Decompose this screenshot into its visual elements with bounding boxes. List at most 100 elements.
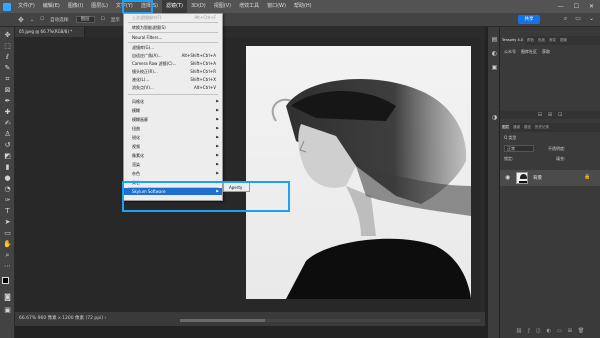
menu-view[interactable]: 视图(V) (210, 0, 235, 13)
frame-tool-icon[interactable]: ⊠ (3, 86, 12, 95)
mask-icon[interactable]: ◫ (536, 328, 541, 334)
menu-help[interactable]: 帮助(H) (290, 0, 316, 13)
menu-item-camera-raw[interactable]: Camera Raw 滤镜(C)... Shift+Ctrl+A (124, 60, 222, 67)
menu-image[interactable]: 图像(I) (64, 0, 87, 13)
link-get[interactable]: 获取 (542, 49, 550, 55)
gradient-tool-icon[interactable]: ▮ (3, 163, 12, 172)
blend-mode-select[interactable]: 正常 (504, 145, 534, 152)
menu-item-adaptive-wide-angle[interactable]: 自适应广角(A)... Alt+Shift+Ctrl+A (124, 52, 222, 59)
adjustments-icon[interactable]: ◑ (490, 113, 499, 122)
menu-item-blur-gallery[interactable]: 模糊画廊 ▶ (124, 116, 222, 123)
tab-color[interactable]: 颜色 (525, 38, 536, 43)
quick-mask-icon[interactable]: ◙ (3, 293, 12, 302)
menu-item-last-filter[interactable]: 上次滤镜操作(F) Alt+Ctrl+F (124, 14, 222, 21)
scrollbar-thumb[interactable] (180, 319, 265, 322)
path-select-tool-icon[interactable]: ➤ (3, 218, 12, 227)
history-brush-tool-icon[interactable]: ↺ (3, 141, 12, 150)
layer-name[interactable]: 背景 (533, 175, 542, 181)
search-icon[interactable]: ⌕ (564, 15, 567, 23)
menu-item-convert-smart-filters[interactable]: 转换为智能滤镜(S) (124, 24, 222, 31)
align-icon[interactable]: ⊟ (538, 112, 542, 118)
tab-swatches[interactable]: 色板 (536, 38, 547, 43)
blur-tool-icon[interactable]: ● (3, 174, 12, 183)
menu-item-noise[interactable]: 杂色 ▶ (124, 170, 222, 177)
shape-tool-icon[interactable]: ▭ (3, 229, 12, 238)
vertical-scrollbar[interactable] (480, 37, 484, 312)
delete-layer-icon[interactable]: 🗑 (578, 328, 584, 334)
menu-layer[interactable]: 图层(L) (87, 0, 112, 13)
link-official-account[interactable]: 公众号 (504, 49, 516, 55)
menu-item-pixelate[interactable]: 像素化 ▶ (124, 152, 222, 159)
show-transform-checkbox[interactable]: ☐ (101, 17, 105, 22)
tab-history[interactable]: 历史记录 (533, 125, 551, 130)
menu-item-video[interactable]: 视频 ▶ (124, 143, 222, 150)
dodge-tool-icon[interactable]: ◔ (3, 185, 12, 194)
menu-window[interactable]: 窗口(W) (263, 0, 290, 13)
menu-edit[interactable]: 编辑(E) (39, 0, 64, 13)
workspace-icon[interactable]: ▭ (575, 15, 581, 23)
menu-item-stylize[interactable]: 风格化 ▶ (124, 98, 222, 105)
menu-item-vanishing-point[interactable]: 消失点(V)... Alt+Ctrl+V (124, 84, 222, 91)
minimize-button[interactable]: — (558, 3, 564, 10)
maximize-button[interactable]: ☐ (574, 3, 579, 10)
menu-file[interactable]: 文件(F) (14, 0, 39, 13)
tab-gradient[interactable]: 渐变 (547, 38, 558, 43)
crop-tool-icon[interactable]: ⌗ (3, 75, 12, 84)
marquee-tool-icon[interactable]: ⬚ (3, 42, 12, 51)
chevron-down-icon[interactable]: ⌄ (589, 15, 594, 23)
adjustment-layer-icon[interactable]: ◐ (547, 328, 551, 334)
menu-item-lens-correction[interactable]: 镜头校正(R)... Shift+Ctrl+R (124, 68, 222, 75)
properties-icon[interactable]: ▣ (490, 63, 499, 72)
eyedropper-tool-icon[interactable]: ✒ (3, 97, 12, 106)
menu-item-blur[interactable]: 模糊 ▶ (124, 107, 222, 114)
document-tab[interactable]: 05.jpeg @ 66.7%(RGB/8) * (15, 27, 85, 37)
fx-icon[interactable]: ƒ (528, 328, 530, 334)
align-center-icon[interactable]: ⊡ (558, 112, 562, 118)
group-icon[interactable]: ▭ (557, 328, 562, 334)
chevron-down-icon[interactable]: ⌄ (30, 17, 34, 23)
menu-item-sharpen[interactable]: 锐化 ▶ (124, 134, 222, 141)
hand-tool-icon[interactable]: ✋ (3, 240, 12, 249)
screen-mode-icon[interactable]: ▣ (3, 306, 12, 315)
tab-channels[interactable]: 通道 (511, 125, 522, 130)
close-button[interactable]: ✕ (589, 3, 594, 10)
document-image[interactable] (246, 46, 471, 299)
tab-tensorly[interactable]: Tensorly 4.0 (500, 36, 526, 45)
type-tool-icon[interactable]: T (3, 207, 12, 216)
horizontal-scrollbar[interactable] (180, 319, 480, 322)
foreground-color-swatch[interactable] (2, 277, 9, 284)
auto-select-checkbox[interactable]: ☐ (40, 17, 44, 22)
menu-filter[interactable]: 滤镜(T) (161, 0, 187, 13)
plugin-icon[interactable]: ▤ (490, 35, 499, 44)
menu-plugins[interactable]: 增效工具 (235, 0, 263, 13)
auto-select-dropdown[interactable]: 图层 (75, 16, 95, 23)
healing-brush-tool-icon[interactable]: ✚ (3, 108, 12, 117)
menu-item-liquify[interactable]: 液化(L)... Shift+Ctrl+X (124, 76, 222, 83)
link-layers-icon[interactable]: ⛓ (516, 328, 522, 334)
visibility-eye-icon[interactable]: ◉ (505, 174, 510, 181)
menu-3d[interactable]: 3D(D) (187, 0, 210, 13)
link-gallery-community[interactable]: 图库社区 (521, 49, 537, 55)
tab-paths[interactable]: 路径 (522, 125, 533, 130)
menu-item-distort[interactable]: 扭曲 ▶ (124, 125, 222, 132)
lasso-tool-icon[interactable]: ℓ (3, 53, 12, 62)
menu-item-neural-filters[interactable]: Neural Filters... (124, 34, 222, 41)
more-tools-icon[interactable]: ⋯ (3, 262, 12, 271)
layer-row-background[interactable]: ◉ 背景 🔒 (500, 170, 600, 186)
zoom-tool-icon[interactable]: ⌕ (3, 251, 12, 260)
distribute-icon[interactable]: ⊞ (548, 112, 552, 118)
layer-filter-search[interactable]: Q 类型 (504, 135, 516, 141)
menu-item-render[interactable]: 渲染 ▶ (124, 161, 222, 168)
pen-tool-icon[interactable]: ✑ (3, 196, 12, 205)
menu-item-filter-gallery[interactable]: 滤镜库(G)... (124, 44, 222, 51)
quick-select-tool-icon[interactable]: ✎ (3, 64, 12, 73)
tab-layers[interactable]: 图层 (500, 123, 511, 132)
new-layer-icon[interactable]: ⊞ (568, 328, 572, 334)
share-button[interactable]: 共享 (518, 15, 540, 24)
brush-tool-icon[interactable]: ✍ (3, 119, 12, 128)
color-icon[interactable]: ◐ (490, 49, 499, 58)
tab-pattern[interactable]: 图案 (558, 38, 569, 43)
move-tool-icon[interactable]: ✥ (3, 31, 12, 40)
eraser-tool-icon[interactable]: ◩ (3, 152, 12, 161)
clone-stamp-tool-icon[interactable]: ♙ (3, 130, 12, 139)
